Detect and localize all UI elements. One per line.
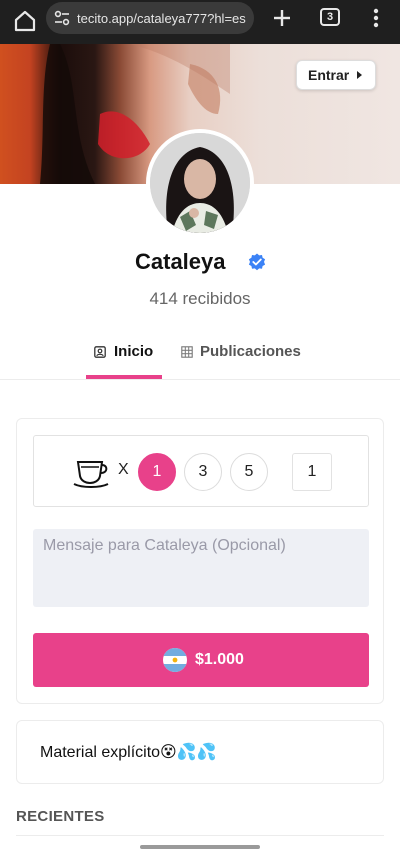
tab-inicio[interactable]: Inicio	[86, 338, 162, 380]
profile-tabs: Inicio Publicaciones	[0, 338, 400, 380]
pay-amount: $1.000	[195, 651, 244, 668]
verified-badge-icon	[248, 253, 266, 271]
login-button[interactable]: Entrar	[296, 60, 376, 90]
profile-name: Cataleya	[135, 249, 226, 274]
avatar-photo	[150, 133, 250, 233]
tea-cup-icon	[73, 461, 109, 488]
more-menu-icon[interactable]	[366, 6, 386, 30]
grid-icon	[181, 346, 193, 358]
received-count: 414 recibidos	[149, 289, 251, 308]
recent-section-title: RECIENTES	[16, 808, 105, 825]
browser-toolbar: tecito.app/cataleya777?hl=es 3	[0, 0, 400, 44]
gesture-navigation-bar[interactable]	[140, 845, 260, 849]
url-text[interactable]: tecito.app/cataleya777?hl=es	[77, 10, 249, 28]
pay-button[interactable]: $1.000	[33, 633, 369, 687]
multiply-symbol: X	[118, 461, 129, 478]
active-tab-indicator	[86, 375, 162, 379]
avatar	[146, 129, 254, 237]
home-icon[interactable]	[12, 8, 38, 34]
argentina-flag-icon	[163, 648, 187, 672]
tab-switcher-button[interactable]: 3	[320, 8, 340, 26]
address-bar[interactable]: tecito.app/cataleya777?hl=es	[46, 2, 254, 34]
site-settings-icon[interactable]	[54, 10, 70, 26]
message-input[interactable]	[33, 529, 369, 607]
description-text: Material explícito😵💦💦	[40, 744, 217, 761]
quantity-input[interactable]: 1	[292, 453, 332, 491]
caret-right-icon	[357, 71, 362, 79]
quantity-option-1[interactable]: 1	[138, 453, 176, 491]
tab-publicaciones[interactable]: Publicaciones	[178, 338, 318, 380]
tab-publicaciones-label: Publicaciones	[200, 343, 301, 360]
tab-inicio-label: Inicio	[114, 343, 154, 360]
divider	[16, 835, 384, 836]
donation-card: X 1 3 5 1 $1.000	[16, 418, 384, 704]
quantity-option-5[interactable]: 5	[230, 453, 268, 491]
new-tab-icon[interactable]	[270, 6, 294, 30]
quantity-option-3[interactable]: 3	[184, 453, 222, 491]
quantity-selector: X 1 3 5 1	[33, 435, 369, 507]
profile-card-icon	[94, 346, 106, 358]
profile-name-row: Cataleya	[0, 248, 400, 278]
login-label: Entrar	[308, 67, 350, 83]
description-card: Material explícito😵💦💦	[16, 720, 384, 784]
